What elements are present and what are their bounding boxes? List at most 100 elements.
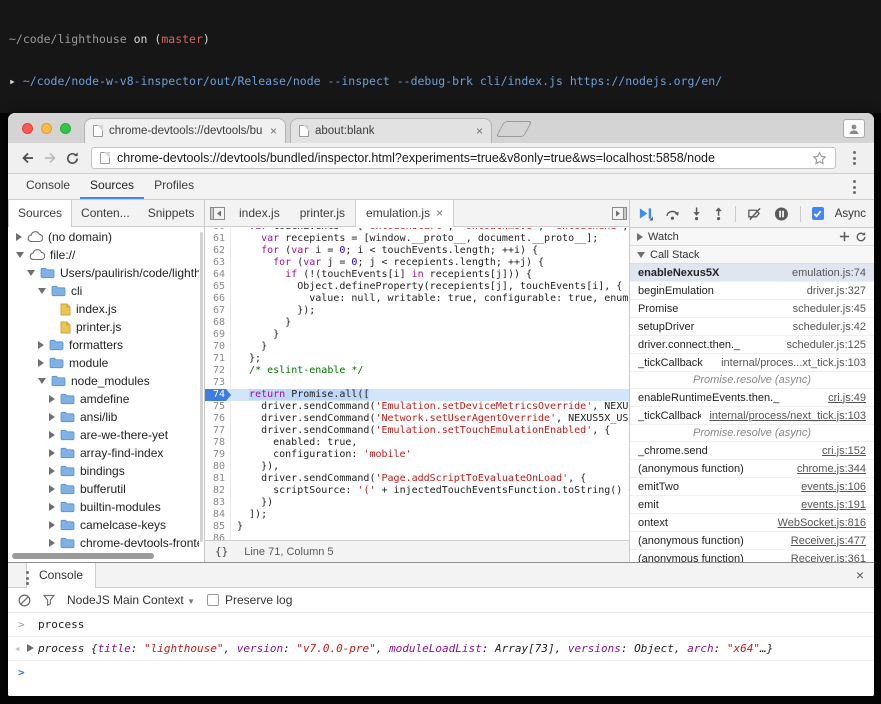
drawer-menu-icon[interactable] (26, 571, 29, 585)
code-line[interactable]: 69 } (205, 329, 629, 341)
expand-object-icon[interactable] (27, 644, 34, 652)
code-line[interactable]: 65 Object.defineProperty(recepients[j], … (205, 281, 629, 293)
callstack-frame[interactable]: enableNexus5Xemulation.js:74 (630, 264, 874, 282)
tree-item[interactable]: printer.js (8, 318, 199, 336)
tree-item[interactable]: (no domain) (8, 228, 199, 246)
preserve-log-checkbox[interactable] (207, 594, 219, 606)
tab-close-icon[interactable]: × (476, 125, 483, 137)
line-number[interactable]: 73 (205, 377, 231, 389)
line-number[interactable]: 80 (205, 461, 231, 473)
line-number[interactable]: 62 (205, 245, 231, 257)
code-line[interactable]: 86 (205, 533, 629, 540)
devtools-tab-console[interactable]: Console (16, 178, 80, 199)
chevron-down-icon[interactable] (38, 378, 46, 384)
callstack-frame[interactable]: enableRuntimeEvents.then._cri.js:49 (630, 389, 874, 407)
browser-tab[interactable]: about:blank× (290, 118, 492, 143)
frame-source-location[interactable]: Receiver.js:477 (791, 535, 866, 547)
object-preview[interactable]: process {title: "lighthouse", version: "… (38, 642, 773, 655)
browser-tab[interactable]: chrome-devtools://devtools/bu× (84, 118, 286, 143)
show-debugger-button[interactable] (612, 200, 627, 226)
code-line[interactable]: 61 var recepients = [window.__proto__, d… (205, 233, 629, 245)
tree-item[interactable]: are-we-there-yet (8, 426, 199, 444)
callstack-frame[interactable]: _tickCallbackinternal/proces...xt_tick.j… (630, 354, 874, 372)
line-number[interactable]: 66 (205, 293, 231, 305)
tree-item[interactable]: node_modules (8, 372, 199, 390)
tree-item[interactable]: ansi/lib (8, 408, 199, 426)
devtools-menu-button[interactable] (845, 180, 864, 194)
code-line[interactable]: 73 (205, 377, 629, 389)
line-number[interactable]: 61 (205, 233, 231, 245)
line-number[interactable]: 78 (205, 437, 231, 449)
chevron-right-icon[interactable] (49, 485, 55, 493)
tree-vertical-scrollbar[interactable] (200, 232, 203, 542)
tree-item[interactable]: amdefine (8, 390, 199, 408)
line-number[interactable]: 86 (205, 533, 231, 540)
frame-source-location[interactable]: scheduler.js:42 (793, 321, 866, 333)
bookmark-star-icon[interactable] (812, 151, 827, 166)
code-line[interactable]: 85} (205, 521, 629, 533)
tree-item[interactable]: bindings (8, 462, 199, 480)
line-number[interactable]: 82 (205, 485, 231, 497)
line-number[interactable]: 83 (205, 497, 231, 509)
step-out-icon[interactable] (713, 206, 724, 221)
filter-icon[interactable] (43, 594, 55, 606)
line-number[interactable]: 68 (205, 317, 231, 329)
frame-source-location[interactable]: events.js:106 (801, 481, 866, 493)
chevron-right-icon[interactable] (16, 233, 22, 241)
code-line[interactable]: 80 }), (205, 461, 629, 473)
code-line[interactable]: 67 }); (205, 305, 629, 317)
code-line[interactable]: 82 scriptSource: '(' + injectedTouchEven… (205, 485, 629, 497)
watch-section-header[interactable]: Watch (630, 228, 874, 246)
code-line[interactable]: 74 return Promise.all([ (205, 389, 629, 401)
frame-source-location[interactable]: chrome.js:344 (797, 463, 866, 475)
browser-menu-button[interactable] (843, 147, 865, 169)
callstack-frame[interactable]: _tickCallbackinternal/process/next_tick.… (630, 407, 874, 425)
forward-button[interactable] (39, 147, 61, 169)
callstack-frame[interactable]: driver.connect.then._scheduler.js:125 (630, 336, 874, 354)
refresh-icon[interactable] (855, 231, 867, 243)
callstack-frame[interactable]: setupDriverscheduler.js:42 (630, 318, 874, 336)
code-line[interactable]: 62 for (var i = 0; i < touchEvents.lengt… (205, 245, 629, 257)
tree-horizontal-scrollbar[interactable] (12, 553, 154, 559)
tree-item[interactable]: array-find-index (8, 444, 199, 462)
window-close-button[interactable] (22, 123, 33, 134)
code-line[interactable]: 70 } (205, 341, 629, 353)
code-line[interactable]: 77 driver.sendCommand('Emulation.setTouc… (205, 425, 629, 437)
console-drawer-tab[interactable]: Console (26, 563, 96, 588)
frame-source-location[interactable]: WebSocket.js:816 (778, 517, 866, 529)
console-prompt[interactable]: > (8, 661, 874, 669)
chevron-right-icon[interactable] (49, 431, 55, 439)
chevron-right-icon[interactable] (49, 467, 55, 475)
callstack-frame[interactable]: emitTwoevents.js:106 (630, 478, 874, 496)
line-number[interactable]: 71 (205, 353, 231, 365)
tree-item[interactable]: Users/paulirish/code/lighthouse (8, 264, 199, 282)
callstack-frame[interactable]: _chrome.sendcri.js:152 (630, 442, 874, 460)
code-line[interactable]: 76 driver.sendCommand('Network.setUserAg… (205, 413, 629, 425)
line-number[interactable]: 67 (205, 305, 231, 317)
tree-item[interactable]: bufferutil (8, 480, 199, 498)
new-tab-button[interactable] (496, 121, 533, 137)
hide-navigator-button[interactable] (205, 200, 229, 226)
close-drawer-button[interactable]: × (856, 567, 864, 583)
code-line[interactable]: 71 }; (205, 353, 629, 365)
pause-on-exceptions-icon[interactable] (774, 206, 789, 222)
chevron-right-icon[interactable] (49, 503, 55, 511)
code-line[interactable]: 75 driver.sendCommand('Emulation.setDevi… (205, 401, 629, 413)
code-line[interactable]: 83 }) (205, 497, 629, 509)
code-line[interactable]: 72 /* eslint-enable */ (205, 365, 629, 377)
chevron-right-icon[interactable] (49, 413, 55, 421)
frame-source-location[interactable]: scheduler.js:45 (793, 303, 866, 315)
window-maximize-button[interactable] (60, 123, 71, 134)
frame-source-location[interactable]: driver.js:327 (807, 285, 866, 297)
devtools-tab-profiles[interactable]: Profiles (144, 178, 204, 199)
code-line[interactable]: 68 } (205, 317, 629, 329)
line-number[interactable]: 72 (205, 365, 231, 377)
tree-item[interactable]: index.js (8, 300, 199, 318)
tree-item[interactable]: formatters (8, 336, 199, 354)
callstack-frame[interactable]: Promisescheduler.js:45 (630, 300, 874, 318)
back-button[interactable] (17, 147, 39, 169)
code-line[interactable]: 79 configuration: 'mobile' (205, 449, 629, 461)
execution-context-selector[interactable]: NodeJS Main Context ▼ (67, 593, 195, 607)
line-number[interactable]: 76 (205, 413, 231, 425)
chevron-right-icon[interactable] (49, 395, 55, 403)
